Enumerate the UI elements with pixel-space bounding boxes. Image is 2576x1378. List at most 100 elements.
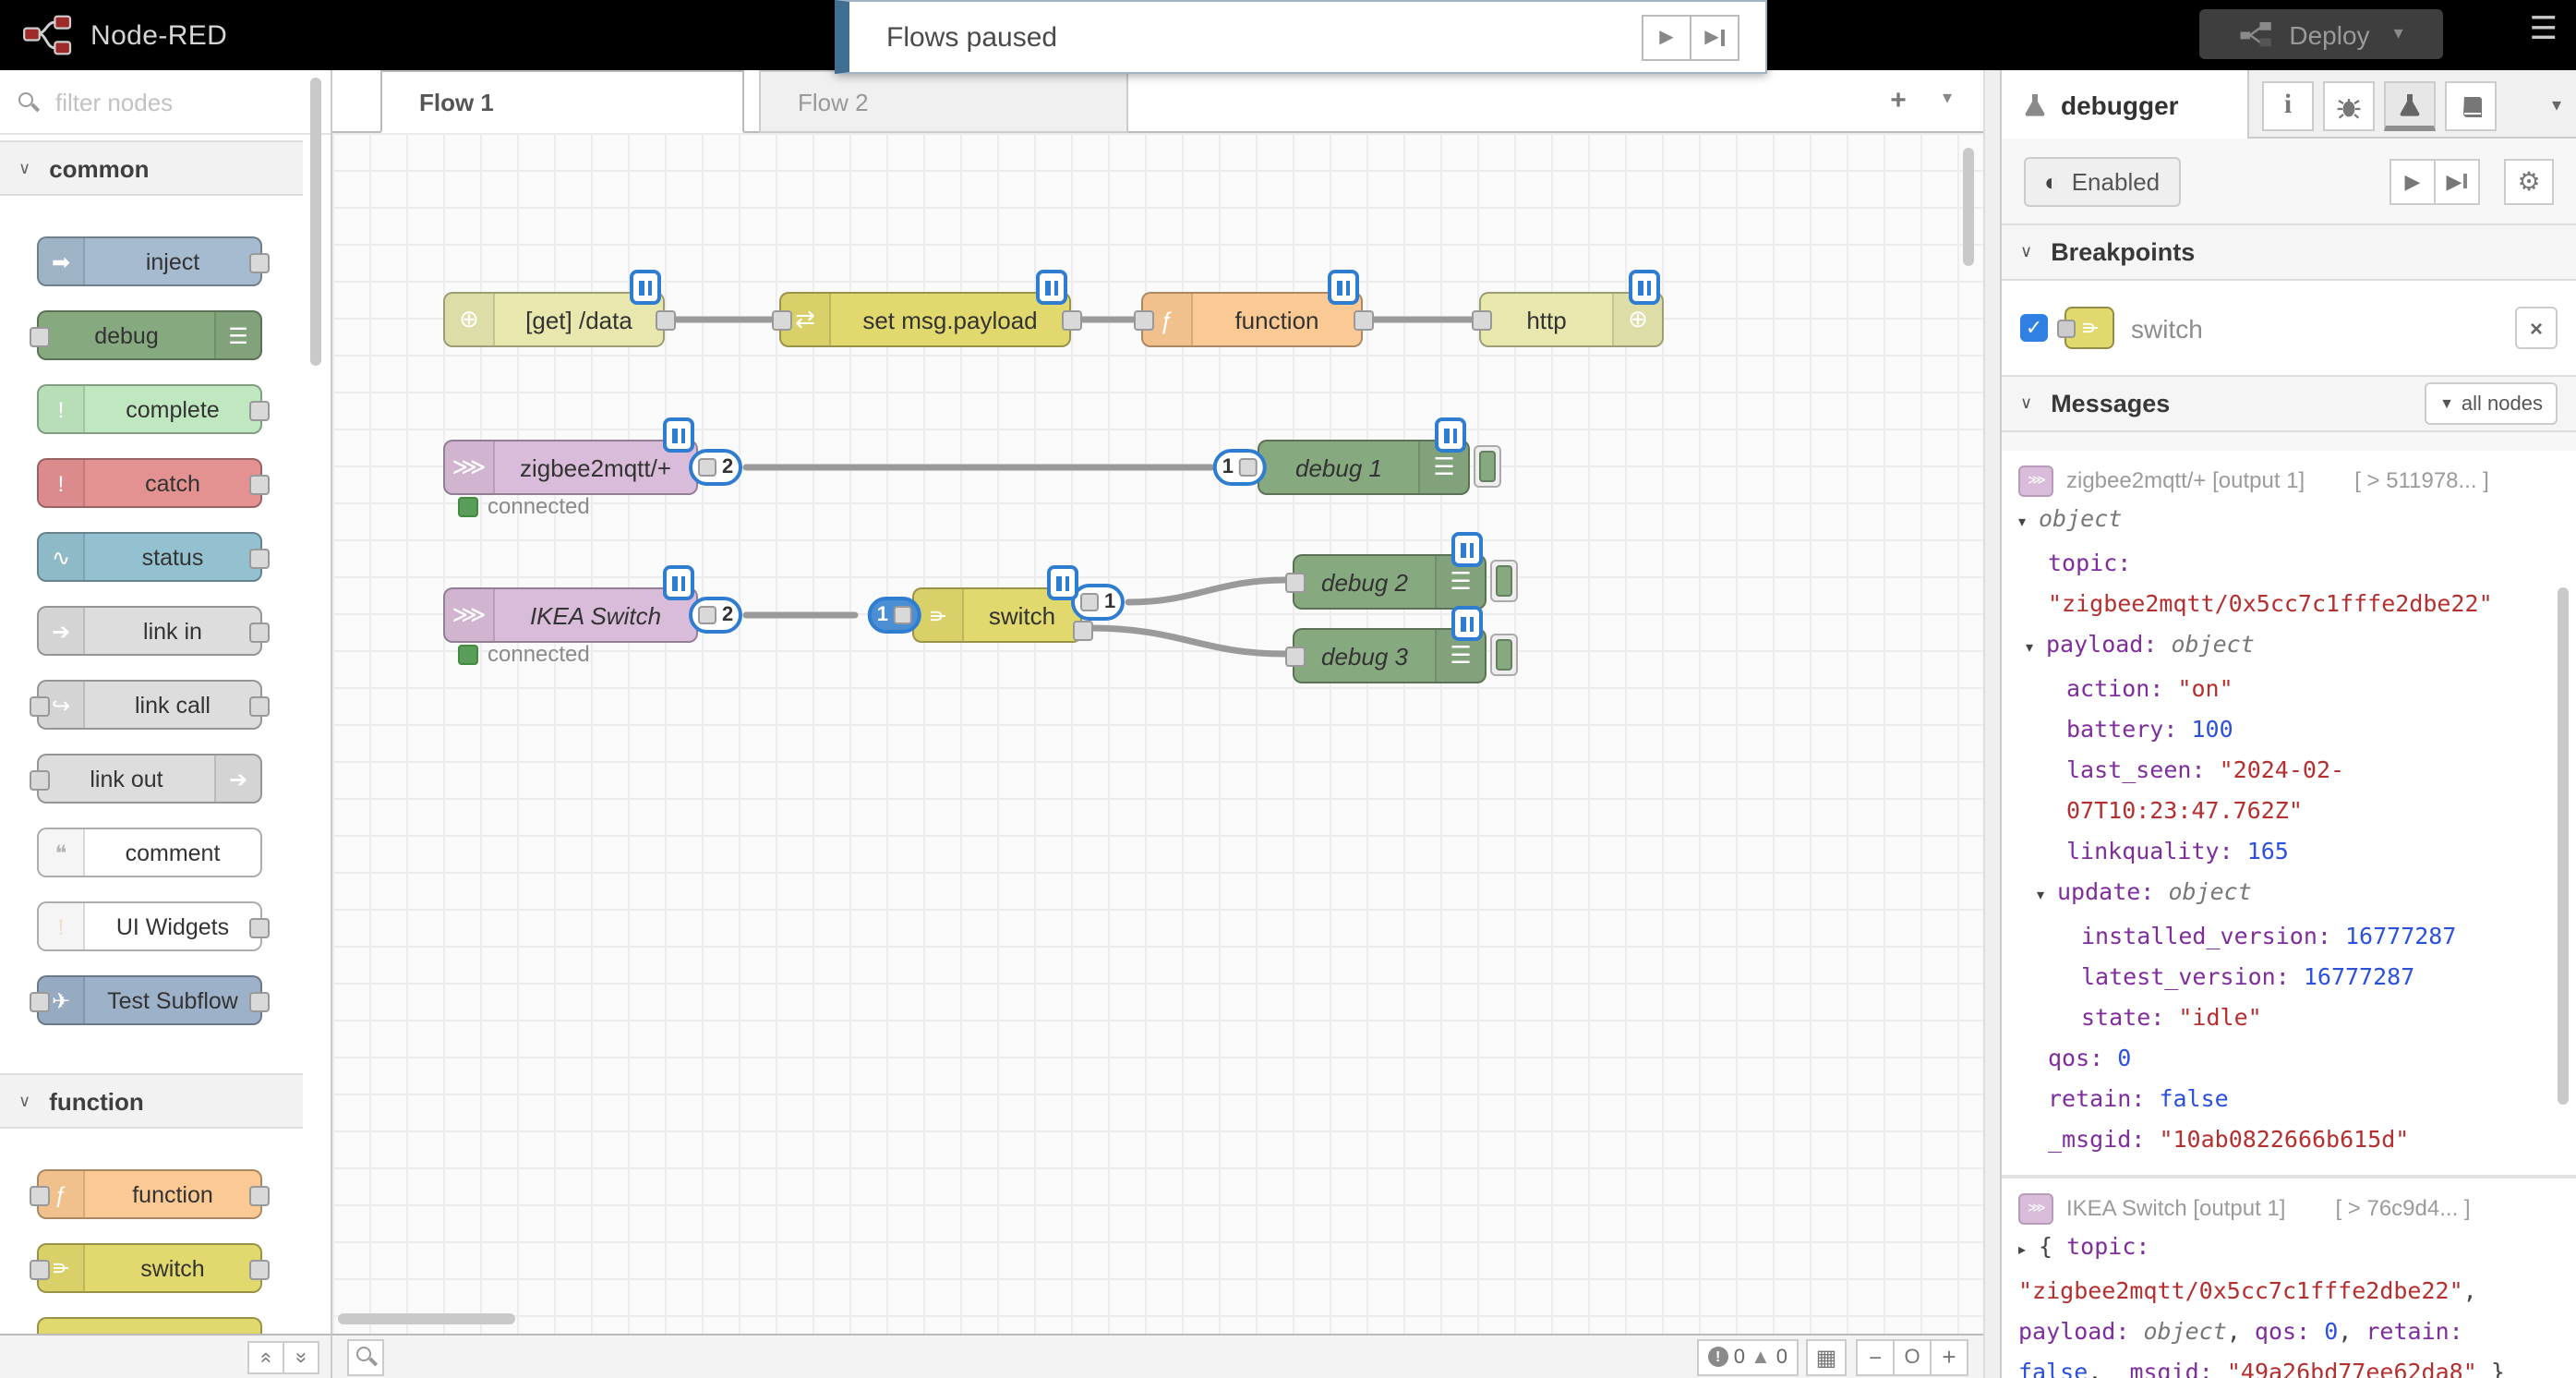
debug-message[interactable]: ⋙zigbee2mqtt/+ [output 1][ > 511978... ]… bbox=[2002, 451, 2576, 1179]
breakpoint-badge-input[interactable]: 1 bbox=[1213, 449, 1267, 486]
palette-node-status[interactable]: ∿status bbox=[37, 532, 262, 582]
palette-node-test-subflow[interactable]: ✈Test Subflow bbox=[37, 975, 262, 1025]
paused-badge[interactable] bbox=[1435, 417, 1466, 453]
message-id-link[interactable]: [ > 511978... ] bbox=[2354, 467, 2489, 493]
breakpoints-section-header[interactable]: ∨ Breakpoints bbox=[2002, 224, 2576, 281]
output-port[interactable] bbox=[1354, 310, 1374, 331]
play-button[interactable]: ▶ bbox=[1642, 14, 1691, 60]
canvas-vertical-scrollbar[interactable] bbox=[1963, 148, 1974, 266]
tab-debugger[interactable]: debugger bbox=[2002, 70, 2249, 139]
collapse-arrow-icon[interactable]: ▾ bbox=[2037, 876, 2057, 916]
debug-toggle-button[interactable] bbox=[1490, 634, 1518, 676]
palette-node-complete[interactable]: !complete bbox=[37, 384, 262, 434]
output-port[interactable] bbox=[249, 696, 270, 717]
input-port[interactable] bbox=[1472, 310, 1492, 331]
output-port-2[interactable] bbox=[1073, 621, 1093, 641]
input-port[interactable] bbox=[1285, 647, 1306, 667]
tab-info-button[interactable]: i bbox=[2262, 81, 2314, 131]
input-port[interactable] bbox=[30, 1186, 50, 1206]
deploy-button[interactable]: Deploy ▾ bbox=[2199, 9, 2443, 59]
palette-node-debug[interactable]: debug☰ bbox=[37, 310, 262, 360]
wire[interactable] bbox=[1128, 580, 1285, 602]
palette-category-function[interactable]: ∨function bbox=[0, 1073, 303, 1129]
collapse-arrow-icon[interactable]: ▾ bbox=[2026, 628, 2046, 669]
breakpoint-checkbox[interactable]: ✓ bbox=[2020, 314, 2048, 342]
input-port[interactable] bbox=[1134, 310, 1154, 331]
zoom-reset-button[interactable]: O bbox=[1893, 1338, 1932, 1375]
sidebar-scrollbar[interactable] bbox=[2558, 587, 2569, 1105]
paused-badge[interactable] bbox=[663, 417, 694, 453]
tab-debug-messages-button[interactable] bbox=[2323, 81, 2375, 131]
palette-node-partial[interactable] bbox=[37, 1317, 262, 1334]
navigator-button[interactable]: ▦ bbox=[1806, 1338, 1847, 1375]
debug-toggle-button[interactable] bbox=[1490, 560, 1518, 602]
input-port[interactable] bbox=[894, 606, 912, 624]
input-port[interactable] bbox=[30, 992, 50, 1012]
paused-badge[interactable] bbox=[663, 565, 694, 600]
output-port[interactable] bbox=[249, 475, 270, 495]
output-port[interactable] bbox=[698, 606, 716, 624]
output-port[interactable] bbox=[249, 992, 270, 1012]
filter-nodes-input[interactable] bbox=[52, 86, 299, 117]
debug-message-list[interactable]: ⋙zigbee2mqtt/+ [output 1][ > 511978... ]… bbox=[2002, 451, 2576, 1378]
tab-debugger-button[interactable] bbox=[2384, 81, 2436, 131]
collapse-arrow-icon[interactable]: ▾ bbox=[2018, 502, 2039, 543]
output-port[interactable] bbox=[249, 623, 270, 643]
messages-section-header[interactable]: ∨ Messages ▼ all nodes bbox=[2002, 375, 2576, 432]
debug-message[interactable]: ⋙IKEA Switch [output 1][ > 76c9d4... ]▸{… bbox=[2002, 1179, 2576, 1378]
paused-badge[interactable] bbox=[1451, 532, 1483, 567]
sidebar-menu-chevron-icon[interactable]: ▾ bbox=[2552, 96, 2561, 116]
node-zigbee[interactable]: ⋙zigbee2mqtt/+ bbox=[443, 440, 698, 495]
output-port[interactable] bbox=[249, 401, 270, 421]
step-button[interactable]: ▶ bbox=[1690, 14, 1739, 60]
node-set-payload[interactable]: ⇄set msg.payload bbox=[779, 292, 1071, 347]
output-port[interactable] bbox=[249, 549, 270, 569]
tab-help-button[interactable] bbox=[2445, 81, 2497, 131]
palette-node-link-out[interactable]: link out➔ bbox=[37, 754, 262, 804]
palette-node-catch[interactable]: !catch bbox=[37, 458, 262, 508]
hamburger-menu-icon[interactable]: ☰ bbox=[2530, 13, 2558, 44]
breakpoint-badge-output[interactable]: 2 bbox=[689, 449, 742, 486]
breakpoint-badge-output-1[interactable]: 1 bbox=[1071, 584, 1125, 621]
paused-badge[interactable] bbox=[630, 270, 661, 305]
palette-node-comment[interactable]: ❝comment bbox=[37, 828, 262, 877]
input-port[interactable] bbox=[30, 770, 50, 791]
paused-badge[interactable] bbox=[1328, 270, 1359, 305]
debug-toggle-button[interactable] bbox=[1474, 445, 1501, 488]
input-port[interactable] bbox=[30, 327, 50, 347]
palette-search[interactable] bbox=[0, 70, 331, 135]
add-flow-button[interactable]: + bbox=[1876, 83, 1920, 120]
output-port[interactable] bbox=[656, 310, 676, 331]
output-port[interactable] bbox=[249, 1260, 270, 1280]
input-port[interactable] bbox=[30, 1260, 50, 1280]
message-id-link[interactable]: [ > 76c9d4... ] bbox=[2335, 1195, 2470, 1221]
palette-node-inject[interactable]: ➡inject bbox=[37, 236, 262, 286]
debugger-settings-button[interactable]: ⚙ bbox=[2504, 158, 2554, 204]
output-port[interactable] bbox=[1062, 310, 1082, 331]
paused-badge[interactable] bbox=[1451, 606, 1483, 641]
output-port[interactable] bbox=[249, 918, 270, 938]
palette-scrollbar[interactable] bbox=[310, 78, 321, 366]
debugger-step-button[interactable]: ▶ bbox=[2434, 158, 2480, 204]
palette-node-link-call[interactable]: ↪link call bbox=[37, 680, 262, 730]
zoom-out-button[interactable]: − bbox=[1856, 1338, 1895, 1375]
breakpoint-badge-output[interactable]: 2 bbox=[689, 597, 742, 634]
output-port[interactable] bbox=[1080, 593, 1099, 611]
errors-warnings-button[interactable]: ! 0 ▲ 0 bbox=[1697, 1338, 1799, 1375]
input-port[interactable] bbox=[1239, 458, 1258, 477]
output-port[interactable] bbox=[698, 458, 716, 477]
sidebar-resize-handle[interactable] bbox=[1983, 70, 2002, 1378]
debugger-play-button[interactable]: ▶ bbox=[2389, 158, 2436, 204]
flow-list-chevron-icon[interactable]: ▾ bbox=[1943, 89, 1952, 109]
input-port[interactable] bbox=[1285, 573, 1306, 593]
node-ikea-switch[interactable]: ⋙IKEA Switch bbox=[443, 587, 698, 643]
input-port[interactable] bbox=[30, 696, 50, 717]
output-port[interactable] bbox=[249, 253, 270, 273]
paused-badge[interactable] bbox=[1036, 270, 1067, 305]
deploy-caret-icon[interactable]: ▾ bbox=[2394, 24, 2403, 44]
expand-all-button[interactable]: » bbox=[283, 1340, 319, 1373]
message-filter-button[interactable]: ▼ all nodes bbox=[2425, 382, 2558, 425]
breakpoint-badge-input[interactable]: 1 bbox=[868, 597, 921, 634]
expand-arrow-icon[interactable]: ▸ bbox=[2018, 1230, 2039, 1271]
input-port[interactable] bbox=[772, 310, 792, 331]
